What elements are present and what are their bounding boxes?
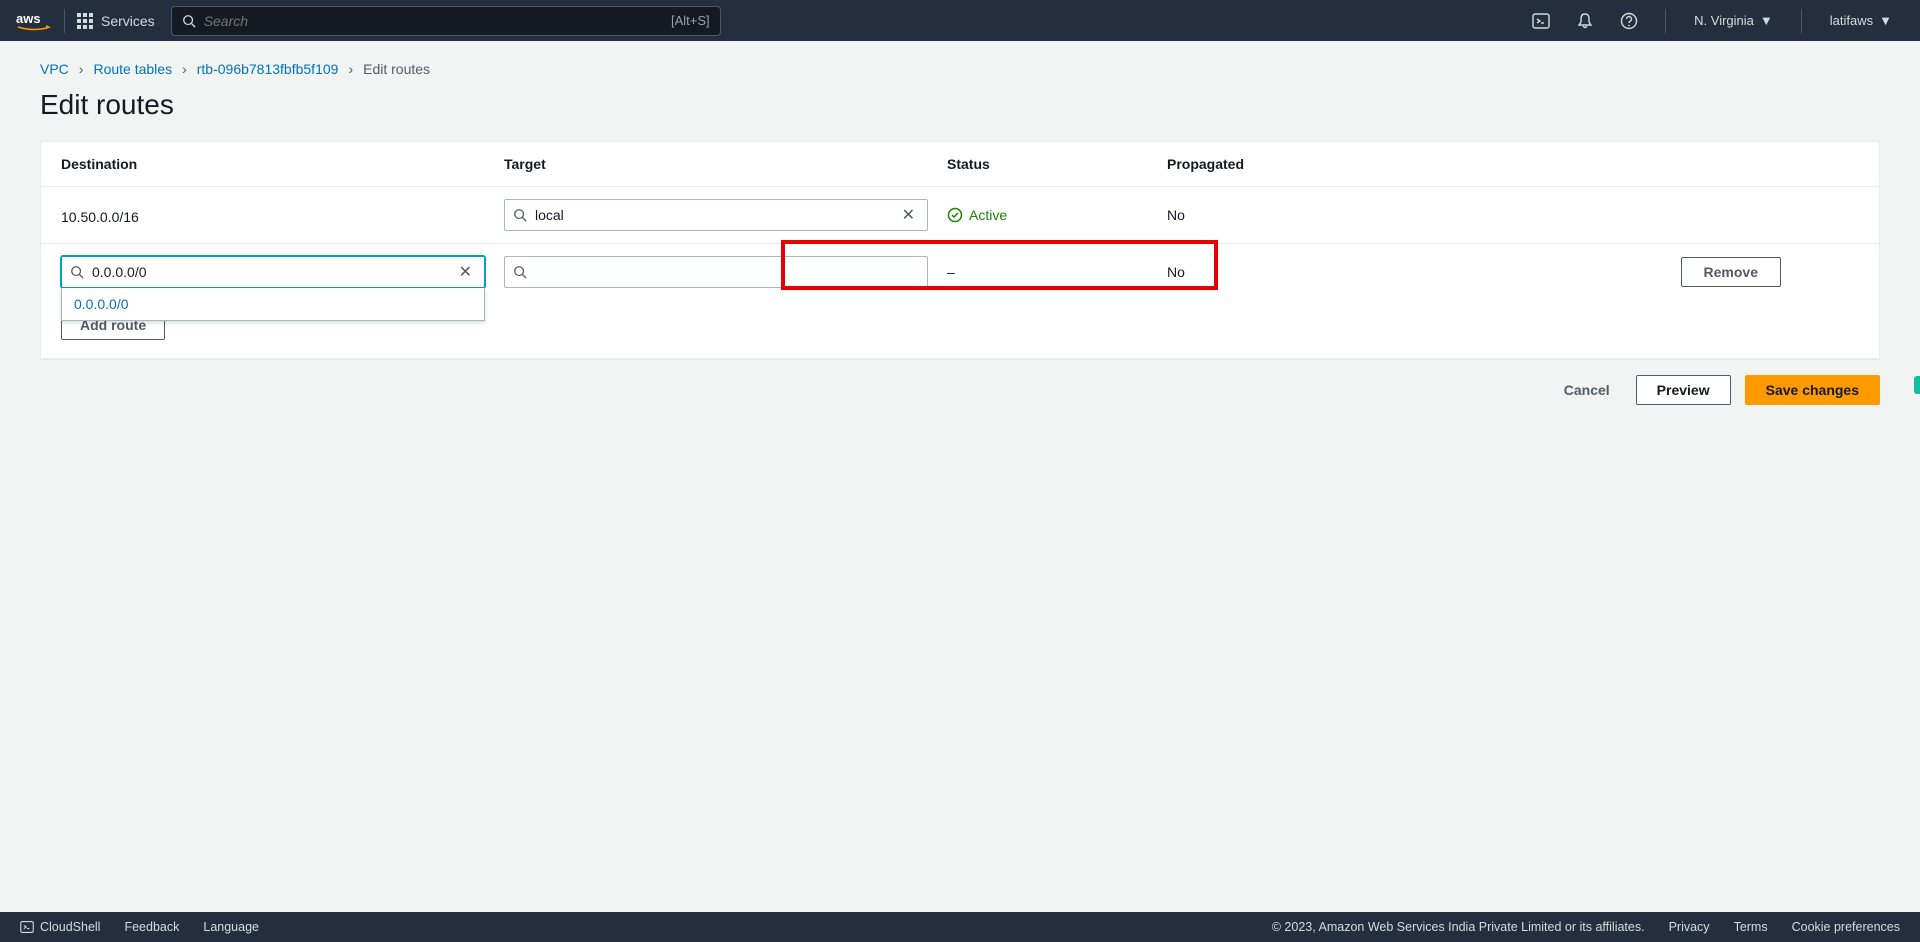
propagated-value: No — [1167, 264, 1317, 280]
chevron-down-icon: ▼ — [1879, 13, 1892, 28]
copyright-text: © 2023, Amazon Web Services India Privat… — [1272, 920, 1645, 934]
col-header-destination: Destination — [61, 156, 504, 172]
destination-cell: ✕ — [61, 256, 504, 288]
status-text: Active — [969, 207, 1007, 223]
remove-button[interactable]: Remove — [1681, 257, 1781, 287]
aws-logo[interactable]: aws — [16, 10, 52, 32]
footer-actions: Cancel Preview Save changes — [0, 359, 1920, 421]
breadcrumb: VPC › Route tables › rtb-096b7813fbfb5f1… — [0, 41, 1920, 85]
bottom-bar: CloudShell Feedback Language © 2023, Ama… — [0, 912, 1920, 942]
destination-combo[interactable]: ✕ — [61, 256, 485, 288]
privacy-link[interactable]: Privacy — [1669, 920, 1710, 934]
target-combo[interactable] — [504, 256, 928, 288]
target-input[interactable] — [535, 207, 890, 223]
cloudshell-link[interactable]: CloudShell — [20, 920, 100, 934]
cloudshell-icon[interactable] — [1521, 1, 1561, 41]
dropdown-option[interactable]: 0.0.0.0/0 — [62, 288, 484, 320]
status-badge: Active — [947, 207, 1167, 223]
bottombar-right: © 2023, Amazon Web Services India Privat… — [1272, 920, 1900, 934]
divider — [64, 9, 65, 33]
cloudshell-label: CloudShell — [40, 920, 100, 934]
save-changes-button[interactable]: Save changes — [1745, 375, 1880, 405]
region-label: N. Virginia — [1694, 13, 1754, 28]
chevron-right-icon: › — [348, 61, 353, 77]
target-combo[interactable]: ✕ — [504, 199, 928, 231]
breadcrumb-link-rtb[interactable]: rtb-096b7813fbfb5f109 — [197, 61, 339, 77]
target-cell — [504, 256, 947, 288]
table-row: ✕ – No Remove 0.0.0.0/0 — [41, 244, 1879, 300]
divider — [1665, 9, 1666, 33]
target-input[interactable] — [535, 264, 919, 280]
clear-icon[interactable]: ✕ — [455, 262, 476, 282]
destination-input[interactable] — [92, 264, 447, 280]
divider — [1801, 9, 1802, 33]
breadcrumb-link-route-tables[interactable]: Route tables — [93, 61, 172, 77]
terms-link[interactable]: Terms — [1734, 920, 1768, 934]
cancel-button[interactable]: Cancel — [1552, 376, 1622, 404]
user-label: latifaws — [1830, 13, 1873, 28]
cookies-link[interactable]: Cookie preferences — [1792, 920, 1900, 934]
edge-accent — [1914, 376, 1920, 394]
chevron-right-icon: › — [182, 61, 187, 77]
chevron-right-icon: › — [79, 61, 84, 77]
table-header: Destination Target Status Propagated — [41, 142, 1879, 187]
page-title: Edit routes — [0, 85, 1920, 141]
breadcrumb-current: Edit routes — [363, 61, 430, 77]
cloudshell-icon — [20, 920, 34, 934]
col-header-target: Target — [504, 156, 947, 172]
topnav-right: N. Virginia ▼ latifaws ▼ — [1521, 1, 1904, 41]
search-icon — [513, 265, 527, 279]
global-search[interactable]: [Alt+S] — [171, 6, 721, 36]
bottombar-left: CloudShell Feedback Language — [20, 920, 259, 934]
services-menu[interactable]: Services — [77, 13, 155, 29]
search-input[interactable] — [204, 13, 663, 29]
search-icon — [513, 208, 527, 222]
notifications-icon[interactable] — [1565, 1, 1605, 41]
search-shortcut: [Alt+S] — [671, 13, 710, 28]
help-icon[interactable] — [1609, 1, 1649, 41]
chevron-down-icon: ▼ — [1760, 13, 1773, 28]
top-nav: aws Services [Alt+S] N. Virginia ▼ latif… — [0, 0, 1920, 41]
search-icon — [182, 14, 196, 28]
destination-dropdown: 0.0.0.0/0 — [61, 288, 485, 321]
col-header-action — [1317, 156, 1859, 172]
region-selector[interactable]: N. Virginia ▼ — [1682, 13, 1785, 28]
status-value: – — [947, 264, 1167, 280]
destination-value: 10.50.0.0/16 — [61, 205, 504, 225]
language-link[interactable]: Language — [203, 920, 259, 934]
routes-panel: Destination Target Status Propagated 10.… — [40, 141, 1880, 359]
check-circle-icon — [947, 207, 963, 223]
search-icon — [70, 265, 84, 279]
grid-icon — [77, 13, 93, 29]
target-cell: ✕ — [504, 199, 947, 231]
table-row: 10.50.0.0/16 ✕ Active No — [41, 187, 1879, 244]
col-header-propagated: Propagated — [1167, 156, 1317, 172]
status-cell: Active — [947, 207, 1167, 223]
breadcrumb-link-vpc[interactable]: VPC — [40, 61, 69, 77]
propagated-value: No — [1167, 207, 1317, 223]
services-label: Services — [101, 13, 155, 29]
action-cell: Remove — [1317, 257, 1859, 287]
clear-icon[interactable]: ✕ — [898, 205, 919, 225]
col-header-status: Status — [947, 156, 1167, 172]
preview-button[interactable]: Preview — [1636, 375, 1731, 405]
user-menu[interactable]: latifaws ▼ — [1818, 13, 1904, 28]
feedback-link[interactable]: Feedback — [124, 920, 179, 934]
svg-text:aws: aws — [16, 11, 41, 26]
